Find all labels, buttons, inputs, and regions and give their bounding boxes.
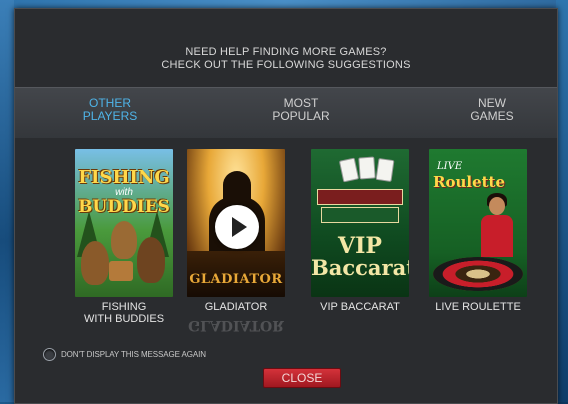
game-caption: VIP BACCARAT: [311, 301, 409, 313]
game-card-fishing-with-buddies[interactable]: FISHING with BUDDIES FISHING WITH BUDDIE…: [75, 149, 173, 325]
betting-box: [317, 189, 403, 205]
radio-button[interactable]: [43, 348, 56, 361]
game-thumbnail[interactable]: LIVE Roulette: [429, 149, 527, 297]
art-title: VIP: [338, 233, 382, 259]
title-reflection: GLADIATOR: [188, 317, 284, 333]
caption-line-1: LIVE ROULETTE: [435, 301, 521, 313]
art-title-2: BUDDIES: [78, 197, 170, 217]
tab-label-line-2: PLAYERS: [82, 109, 138, 123]
tab-label-line-2: GAMES: [470, 109, 514, 123]
roulette-wheel-icon: [433, 257, 523, 291]
art-title: GLADIATOR: [189, 272, 283, 287]
game-thumbnail[interactable]: FISHING with BUDDIES: [75, 149, 173, 297]
game-card-live-roulette[interactable]: LIVE Roulette LIVE ROULETTE: [429, 149, 527, 313]
suggestions-dialog: NEED HELP FINDING MORE GAMES? CHECK OUT …: [14, 8, 558, 404]
background-left: [0, 0, 14, 402]
caption-line-1: VIP BACCARAT: [320, 301, 400, 313]
dealer-head: [489, 197, 505, 215]
art-title: Roulette: [433, 173, 506, 191]
tab-label-line-2: POPULAR: [272, 109, 330, 123]
headline-line-2: CHECK OUT THE FOLLOWING SUGGESTIONS: [161, 59, 411, 71]
game-card-gladiator[interactable]: GLADIATOR GLADIATOR GLADIATOR: [187, 149, 285, 333]
caption-line-2: WITH BUDDIES: [83, 313, 165, 325]
dealer-body: [481, 215, 513, 257]
playing-card-icon: [375, 157, 395, 183]
headline-line-1: NEED HELP FINDING MORE GAMES?: [185, 46, 387, 58]
tab-bar: OTHER PLAYERS MOST POPULAR NEW GAMES: [15, 87, 557, 138]
play-icon[interactable]: [215, 205, 259, 249]
tab-most-popular[interactable]: MOST POPULAR: [241, 97, 361, 123]
caption-line-1: GLADIATOR: [204, 301, 268, 313]
game-thumbnail[interactable]: GLADIATOR: [187, 149, 285, 297]
option-label: DON'T DISPLAY THIS MESSAGE AGAIN: [61, 350, 206, 359]
dont-display-option[interactable]: DON'T DISPLAY THIS MESSAGE AGAIN: [43, 348, 206, 361]
close-button[interactable]: CLOSE: [263, 368, 341, 388]
games-row: FISHING with BUDDIES FISHING WITH BUDDIE…: [15, 139, 557, 333]
tab-other-players[interactable]: OTHER PLAYERS: [50, 97, 170, 123]
art-title-2: Baccarat: [311, 255, 409, 280]
bear-icon: [111, 221, 137, 259]
tab-new-games[interactable]: NEW GAMES: [432, 97, 552, 123]
bear-icon: [137, 237, 165, 283]
game-caption: LIVE ROULETTE: [429, 301, 527, 313]
betting-box: [321, 207, 399, 223]
dialog-headline: NEED HELP FINDING MORE GAMES? CHECK OUT …: [15, 46, 557, 72]
game-card-vip-baccarat[interactable]: VIP Baccarat VIP BACCARAT: [311, 149, 409, 313]
art-subtitle: LIVE: [437, 161, 463, 172]
game-caption: GLADIATOR: [187, 301, 285, 313]
bucket-icon: [109, 261, 133, 281]
game-caption: FISHING WITH BUDDIES: [75, 301, 173, 325]
playing-card-icon: [358, 156, 376, 180]
caption-line-1: FISHING: [101, 301, 147, 313]
bear-icon: [81, 241, 109, 285]
background-top: [0, 0, 568, 8]
art-title: FISHING: [78, 167, 170, 188]
game-thumbnail[interactable]: VIP Baccarat: [311, 149, 409, 297]
